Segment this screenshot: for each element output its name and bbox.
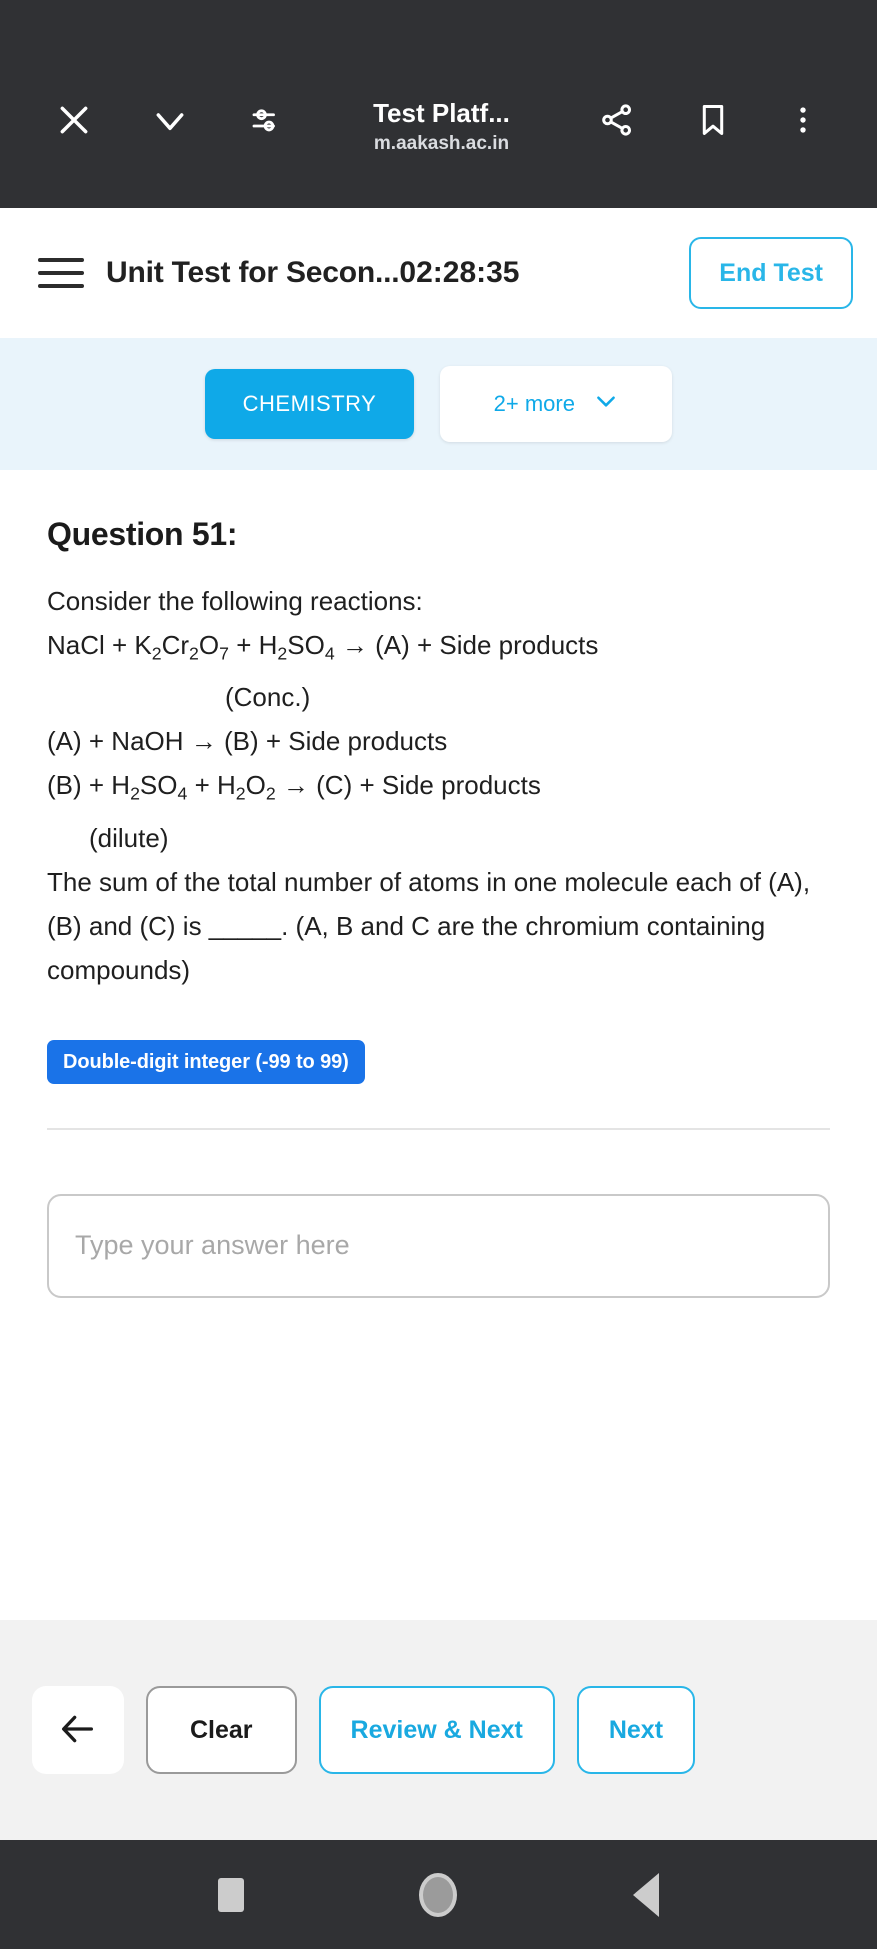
tab-more-dropdown[interactable]: 2+ more [440,366,673,442]
question-action-bar: Clear Review & Next Next [0,1620,877,1840]
square-recents-icon[interactable] [217,1877,244,1912]
app-screen: Test Platf... m.aakash.ac.in Unit Test f… [0,0,877,1949]
section-divider [47,1127,830,1130]
bookmark-icon[interactable] [677,84,749,156]
reaction-3-note: (dilute) [89,822,169,853]
test-name-label: Unit Test for Secon... [106,256,400,289]
tab-chemistry[interactable]: CHEMISTRY [204,369,415,439]
answer-input[interactable] [47,1193,830,1298]
next-button[interactable]: Next [576,1686,696,1774]
test-header: Unit Test for Secon... 02:28:35 End Test [0,208,877,338]
browser-page-title: Test Platf... [373,98,510,128]
question-intro: Consider the following reactions: [47,586,423,616]
browser-custom-tab-bar: Test Platf... m.aakash.ac.in [0,0,877,208]
clear-button[interactable]: Clear [146,1686,297,1774]
question-number: Question 51: [47,516,238,552]
close-icon[interactable] [38,84,110,156]
reaction-2: (A) + NaOH → (B) + Side products [47,726,448,757]
reaction-3: (B) + H2SO4 + H2O2 → (C) + Side products [47,770,541,804]
question-body: Consider the following reactions: NaCl +… [47,579,830,992]
end-test-button[interactable]: End Test [689,237,853,309]
question-panel: Question 51: Consider the following reac… [0,470,877,1620]
browser-page-url: m.aakash.ac.in [373,133,510,154]
circle-home-icon[interactable] [419,1872,458,1917]
triangle-back-icon[interactable] [633,1872,660,1917]
share-icon[interactable] [581,84,653,156]
test-timer: 02:28:35 [399,256,520,289]
android-system-nav [0,1840,877,1949]
reaction-1: NaCl + K2Cr2O7 + H2SO4 → (A) + Side prod… [47,630,599,664]
answer-type-badge: Double-digit integer (-99 to 99) [47,1039,365,1084]
reaction-1-note: (Conc.) [225,682,311,713]
tab-more-label: 2+ more [493,391,575,416]
browser-title-block[interactable]: Test Platf... m.aakash.ac.in [302,98,581,156]
more-vertical-icon[interactable] [767,84,839,156]
subject-tab-bar: CHEMISTRY 2+ more [0,338,877,470]
previous-question-button[interactable] [32,1686,124,1774]
chevron-down-icon[interactable] [134,84,206,156]
chevron-down-icon [593,388,619,420]
question-prompt: The sum of the total number of atoms in … [47,866,811,985]
hamburger-menu-icon[interactable] [38,251,84,295]
tune-icon[interactable] [230,84,302,156]
review-and-next-button[interactable]: Review & Next [318,1686,555,1774]
arrow-left-icon [58,1709,98,1752]
